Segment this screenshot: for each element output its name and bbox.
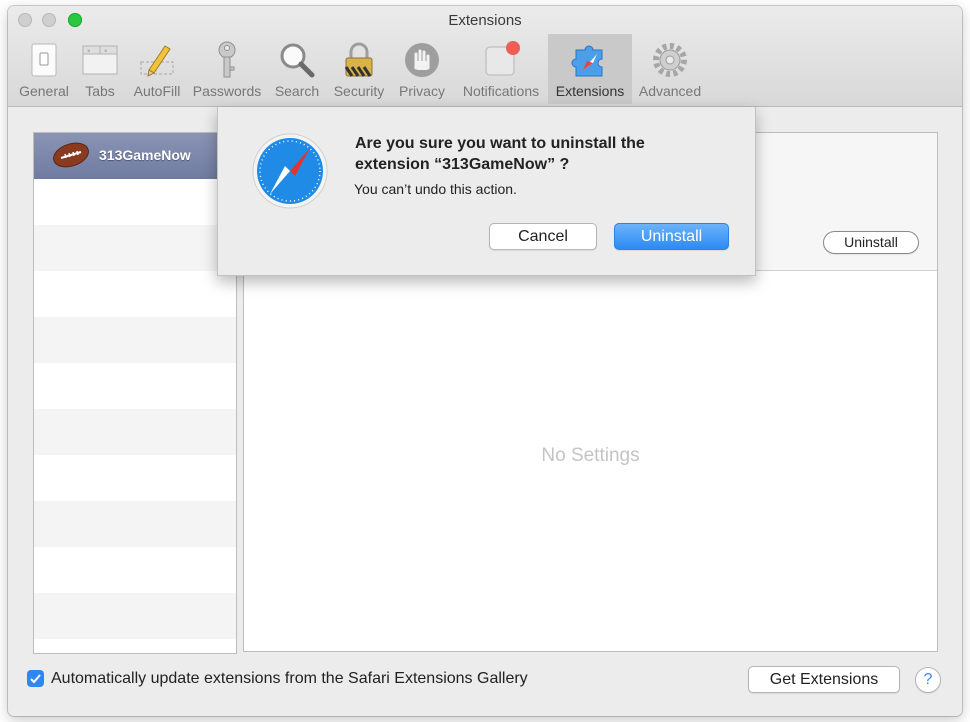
preferences-window: Extensions General × × Tabs AutoFill Pas… <box>8 6 962 716</box>
tab-tabs[interactable]: × × Tabs <box>76 34 124 104</box>
list-item <box>34 455 236 501</box>
puzzle-piece-icon <box>571 45 603 77</box>
extension-name: 313GameNow <box>99 147 191 163</box>
hand-icon <box>405 43 439 77</box>
general-switch-icon <box>31 43 57 77</box>
extensions-list: 313GameNow <box>33 132 237 654</box>
help-button[interactable]: ? <box>915 667 941 693</box>
auto-update-label: Automatically update extensions from the… <box>51 670 528 687</box>
dialog-title: Are you sure you want to uninstall the e… <box>355 135 645 173</box>
list-item <box>34 639 236 653</box>
list-item <box>34 271 236 317</box>
tab-security[interactable]: Security <box>328 34 390 104</box>
tab-security-label: Security <box>333 83 385 99</box>
tab-extensions[interactable]: Extensions <box>548 34 632 104</box>
tab-notifications[interactable]: Notifications <box>456 34 546 104</box>
list-item <box>34 501 236 547</box>
football-icon <box>53 142 89 168</box>
uninstall-button[interactable]: Uninstall <box>823 231 919 254</box>
window-title: Extensions <box>448 12 522 29</box>
lock-icon <box>344 42 373 77</box>
tabs-icon: × × <box>82 45 118 75</box>
list-item <box>34 317 236 363</box>
titlebar: Extensions General × × Tabs AutoFill Pas… <box>8 6 962 107</box>
tab-advanced-label: Advanced <box>638 83 702 99</box>
tab-extensions-label: Extensions <box>555 83 625 99</box>
list-item <box>34 179 236 225</box>
auto-update-checkbox[interactable] <box>27 670 44 687</box>
list-item <box>34 593 236 639</box>
tab-privacy[interactable]: Privacy <box>393 34 451 104</box>
key-icon <box>218 41 236 78</box>
tab-search[interactable]: Search <box>269 34 325 104</box>
get-extensions-button[interactable]: Get Extensions <box>748 666 900 693</box>
tab-autofill[interactable]: AutoFill <box>126 34 188 104</box>
tab-passwords[interactable]: Passwords <box>189 34 265 104</box>
safari-compass-icon <box>252 133 328 209</box>
no-settings-label: No Settings <box>541 445 640 466</box>
confirm-uninstall-button[interactable]: Uninstall <box>614 223 729 250</box>
tab-tabs-label: Tabs <box>85 83 115 99</box>
tab-autofill-label: AutoFill <box>133 83 181 99</box>
cancel-button[interactable]: Cancel <box>489 223 597 250</box>
svg-text:×: × <box>104 49 108 55</box>
gear-icon <box>653 43 687 77</box>
tab-advanced[interactable]: Advanced <box>635 34 705 104</box>
uninstall-confirm-dialog: Are you sure you want to uninstall the e… <box>217 107 756 276</box>
magnifier-icon <box>280 43 315 78</box>
list-item <box>34 409 236 455</box>
tab-passwords-label: Passwords <box>192 83 262 99</box>
tab-general[interactable]: General <box>12 34 76 104</box>
list-item <box>34 547 236 593</box>
notification-badge-icon <box>485 41 520 76</box>
tab-privacy-label: Privacy <box>399 83 445 99</box>
list-item <box>34 225 236 271</box>
tab-notifications-label: Notifications <box>462 83 540 99</box>
list-item[interactable]: 313GameNow <box>34 133 236 179</box>
tab-search-label: Search <box>274 83 320 99</box>
pencil-icon <box>140 45 174 77</box>
checkmark-icon <box>30 674 41 684</box>
dialog-message: You can’t undo this action. <box>354 181 517 197</box>
svg-text:×: × <box>87 49 91 55</box>
tab-general-label: General <box>19 83 69 99</box>
list-item <box>34 363 236 409</box>
